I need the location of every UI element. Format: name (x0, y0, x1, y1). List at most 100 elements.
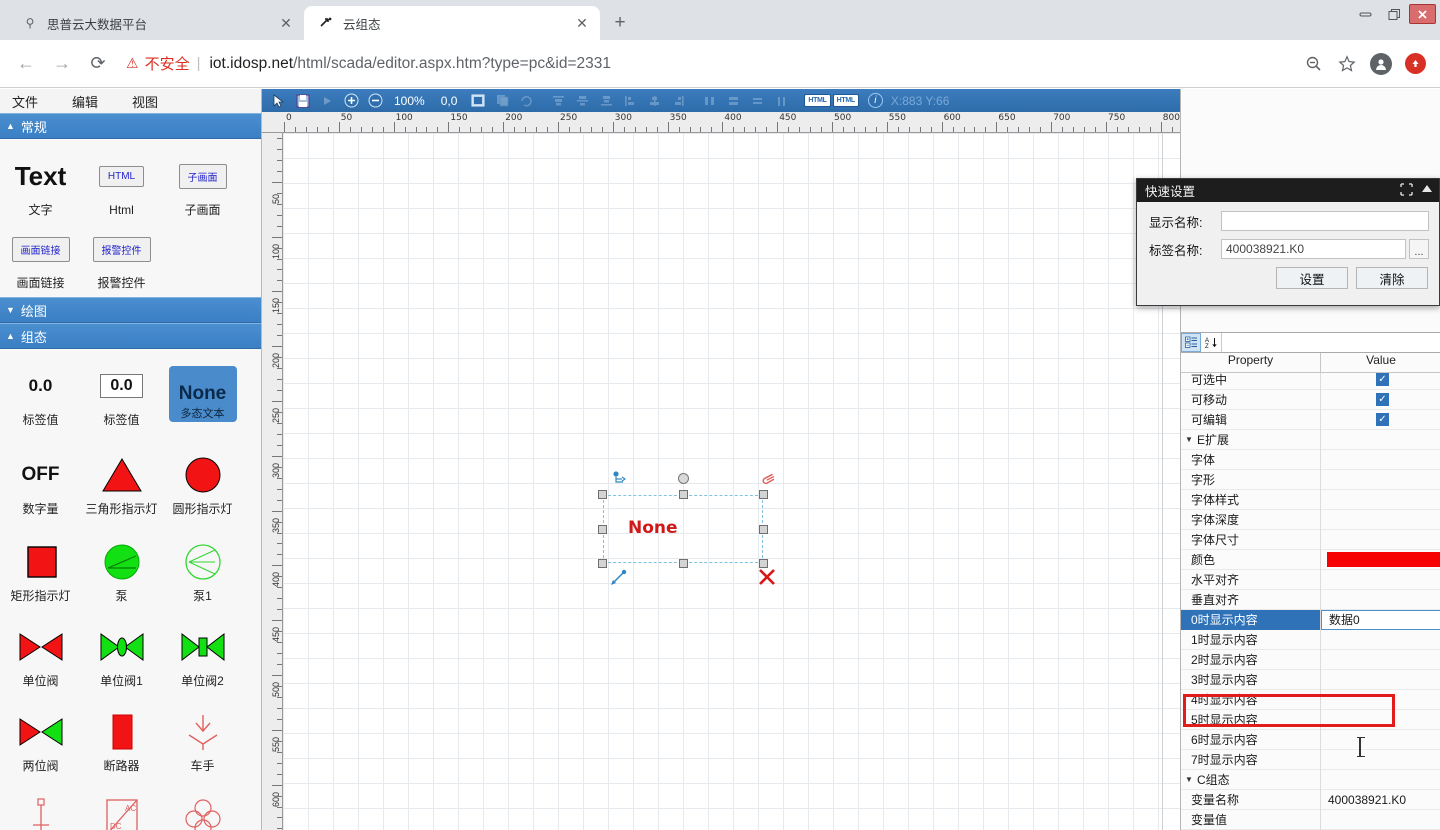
palette-item-subscreen[interactable]: 子画面 子画面 (162, 147, 243, 220)
delete-x-icon[interactable] (757, 567, 777, 593)
property-row[interactable]: 字形 (1181, 470, 1440, 490)
property-value[interactable] (1321, 810, 1440, 830)
display-name-input[interactable] (1221, 211, 1429, 231)
property-row[interactable]: 0时显示内容数据0 (1181, 610, 1440, 630)
new-tab-button[interactable]: + (606, 9, 634, 37)
palette-item-screen-link[interactable]: 画面链接 画面链接 (0, 220, 81, 293)
property-value[interactable] (1321, 590, 1440, 610)
property-row[interactable]: 水平对齐 (1181, 570, 1440, 590)
property-value[interactable] (1321, 450, 1440, 470)
resize-handle-n[interactable] (679, 490, 688, 499)
property-value[interactable] (1321, 630, 1440, 650)
property-value[interactable] (1321, 550, 1440, 570)
property-value[interactable] (1321, 530, 1440, 550)
property-row[interactable]: ▼C组态 (1181, 770, 1440, 790)
palette-item-pt[interactable]: PT (162, 788, 243, 830)
property-row[interactable]: 字体 (1181, 450, 1440, 470)
html-export-chip-2[interactable]: HTML (833, 94, 859, 107)
select-arrow-icon[interactable] (268, 91, 290, 110)
property-value[interactable] (1321, 430, 1440, 450)
menu-item-edit[interactable]: 编辑 (72, 92, 98, 111)
section-header-drawing[interactable]: ▼ 绘图 (0, 297, 261, 323)
palette-item-valve2[interactable]: 单位阀2 (162, 618, 243, 691)
group-toggle-icon[interactable]: ▼ (1181, 775, 1197, 784)
sort-az-icon[interactable]: AZ (1201, 333, 1221, 352)
property-grid-list[interactable]: 可选中✓可移动✓可编辑✓▼E扩展字体字形字体样式字体深度字体尺寸颜色水平对齐垂直… (1181, 373, 1440, 830)
property-value[interactable] (1321, 710, 1440, 730)
align-bottom-icon[interactable] (595, 91, 617, 110)
forward-button[interactable]: → (46, 48, 78, 80)
tab-close-button[interactable]: ✕ (572, 13, 592, 33)
property-value[interactable] (1321, 730, 1440, 750)
distribute-h-icon[interactable] (698, 91, 720, 110)
property-value[interactable] (1321, 510, 1440, 530)
star-icon[interactable] (1332, 49, 1362, 79)
resize-handle-nw[interactable] (598, 490, 607, 499)
property-value[interactable] (1321, 650, 1440, 670)
window-close-button[interactable] (1409, 4, 1436, 24)
property-row[interactable]: 7时显示内容 (1181, 750, 1440, 770)
resize-handle-w[interactable] (598, 525, 607, 534)
property-row[interactable]: 可移动✓ (1181, 390, 1440, 410)
property-row[interactable]: 4时显示内容 (1181, 690, 1440, 710)
property-row[interactable]: 字体深度 (1181, 510, 1440, 530)
palette-item-inverter[interactable]: ACDC 逆变器 (81, 788, 162, 830)
address-bar[interactable]: ⚠ 不安全 | iot.idosp.net /html/scada/editor… (118, 49, 1294, 79)
property-row[interactable]: 变量名称400038921.K0 (1181, 790, 1440, 810)
align-middle-icon[interactable] (571, 91, 593, 110)
palette-item-pump1[interactable]: 泵1 (162, 533, 243, 606)
zoom-out-icon[interactable] (1298, 49, 1328, 79)
property-value[interactable]: 400038921.K0 (1321, 790, 1440, 810)
zoom-out-icon[interactable] (364, 91, 386, 110)
property-row[interactable]: 可编辑✓ (1181, 410, 1440, 430)
property-row[interactable]: 变量值 (1181, 810, 1440, 830)
property-row[interactable]: 可选中✓ (1181, 373, 1440, 390)
section-header-configuration[interactable]: ▲ 组态 (0, 323, 261, 349)
property-row[interactable]: 垂直对齐 (1181, 590, 1440, 610)
checkbox-checked-icon[interactable]: ✓ (1376, 413, 1389, 426)
property-value[interactable] (1321, 490, 1440, 510)
tag-browse-button[interactable]: ... (1409, 239, 1429, 259)
update-icon[interactable] (1400, 49, 1430, 79)
reload-button[interactable]: ⟳ (82, 48, 114, 80)
palette-item-cart[interactable]: 车手 (162, 703, 243, 776)
collapse-icon[interactable] (1400, 183, 1413, 199)
profile-icon[interactable] (1366, 49, 1396, 79)
link-icon[interactable] (613, 471, 629, 490)
menu-item-file[interactable]: 文件 (12, 92, 38, 111)
property-value[interactable] (1321, 570, 1440, 590)
canvas-page[interactable]: None (283, 133, 1163, 830)
palette-item-multistate-text[interactable]: None 多态文本 (162, 357, 243, 446)
tag-name-input[interactable]: 400038921.K0 (1221, 239, 1406, 259)
section-header-general[interactable]: ▲ 常规 (0, 113, 261, 139)
property-row[interactable]: 字体尺寸 (1181, 530, 1440, 550)
color-swatch[interactable] (1327, 552, 1440, 567)
resize-handle-sw[interactable] (598, 559, 607, 568)
zoom-in-icon[interactable] (340, 91, 362, 110)
set-button[interactable]: 设置 (1276, 267, 1348, 289)
checkbox-checked-icon[interactable]: ✓ (1376, 393, 1389, 406)
canvas-grid[interactable]: None (283, 133, 1180, 830)
palette-item-text[interactable]: Text 文字 (0, 147, 81, 220)
same-width-icon[interactable] (746, 91, 768, 110)
selected-element[interactable]: None (603, 495, 763, 563)
window-minimize-button[interactable] (1351, 2, 1380, 26)
palette-item-triangle-indicator[interactable]: 三角形指示灯 (81, 446, 162, 519)
property-value[interactable] (1321, 770, 1440, 790)
property-value[interactable] (1321, 670, 1440, 690)
tab-close-button[interactable]: ✕ (276, 13, 296, 33)
info-icon[interactable]: i (868, 93, 883, 108)
palette-item-valve[interactable]: 单位阀 (0, 618, 81, 691)
palette-item-html[interactable]: HTML Html (81, 147, 162, 220)
property-row[interactable]: 2时显示内容 (1181, 650, 1440, 670)
property-value[interactable]: ✓ (1321, 390, 1440, 410)
same-height-icon[interactable] (770, 91, 792, 110)
palette-item-pump[interactable]: 泵 (81, 533, 162, 606)
browser-tab-1[interactable]: ⚲ 思普云大数据平台 ✕ (8, 6, 304, 40)
fit-screen-icon[interactable] (467, 91, 489, 110)
categorize-icon[interactable] (1181, 333, 1201, 352)
checkbox-checked-icon[interactable]: ✓ (1376, 373, 1389, 386)
property-value[interactable] (1321, 750, 1440, 770)
palette-item-two-pos-valve[interactable]: 两位阀 (0, 703, 81, 776)
palette-item-tag-value-box[interactable]: 0.0 标签值 (81, 357, 162, 446)
